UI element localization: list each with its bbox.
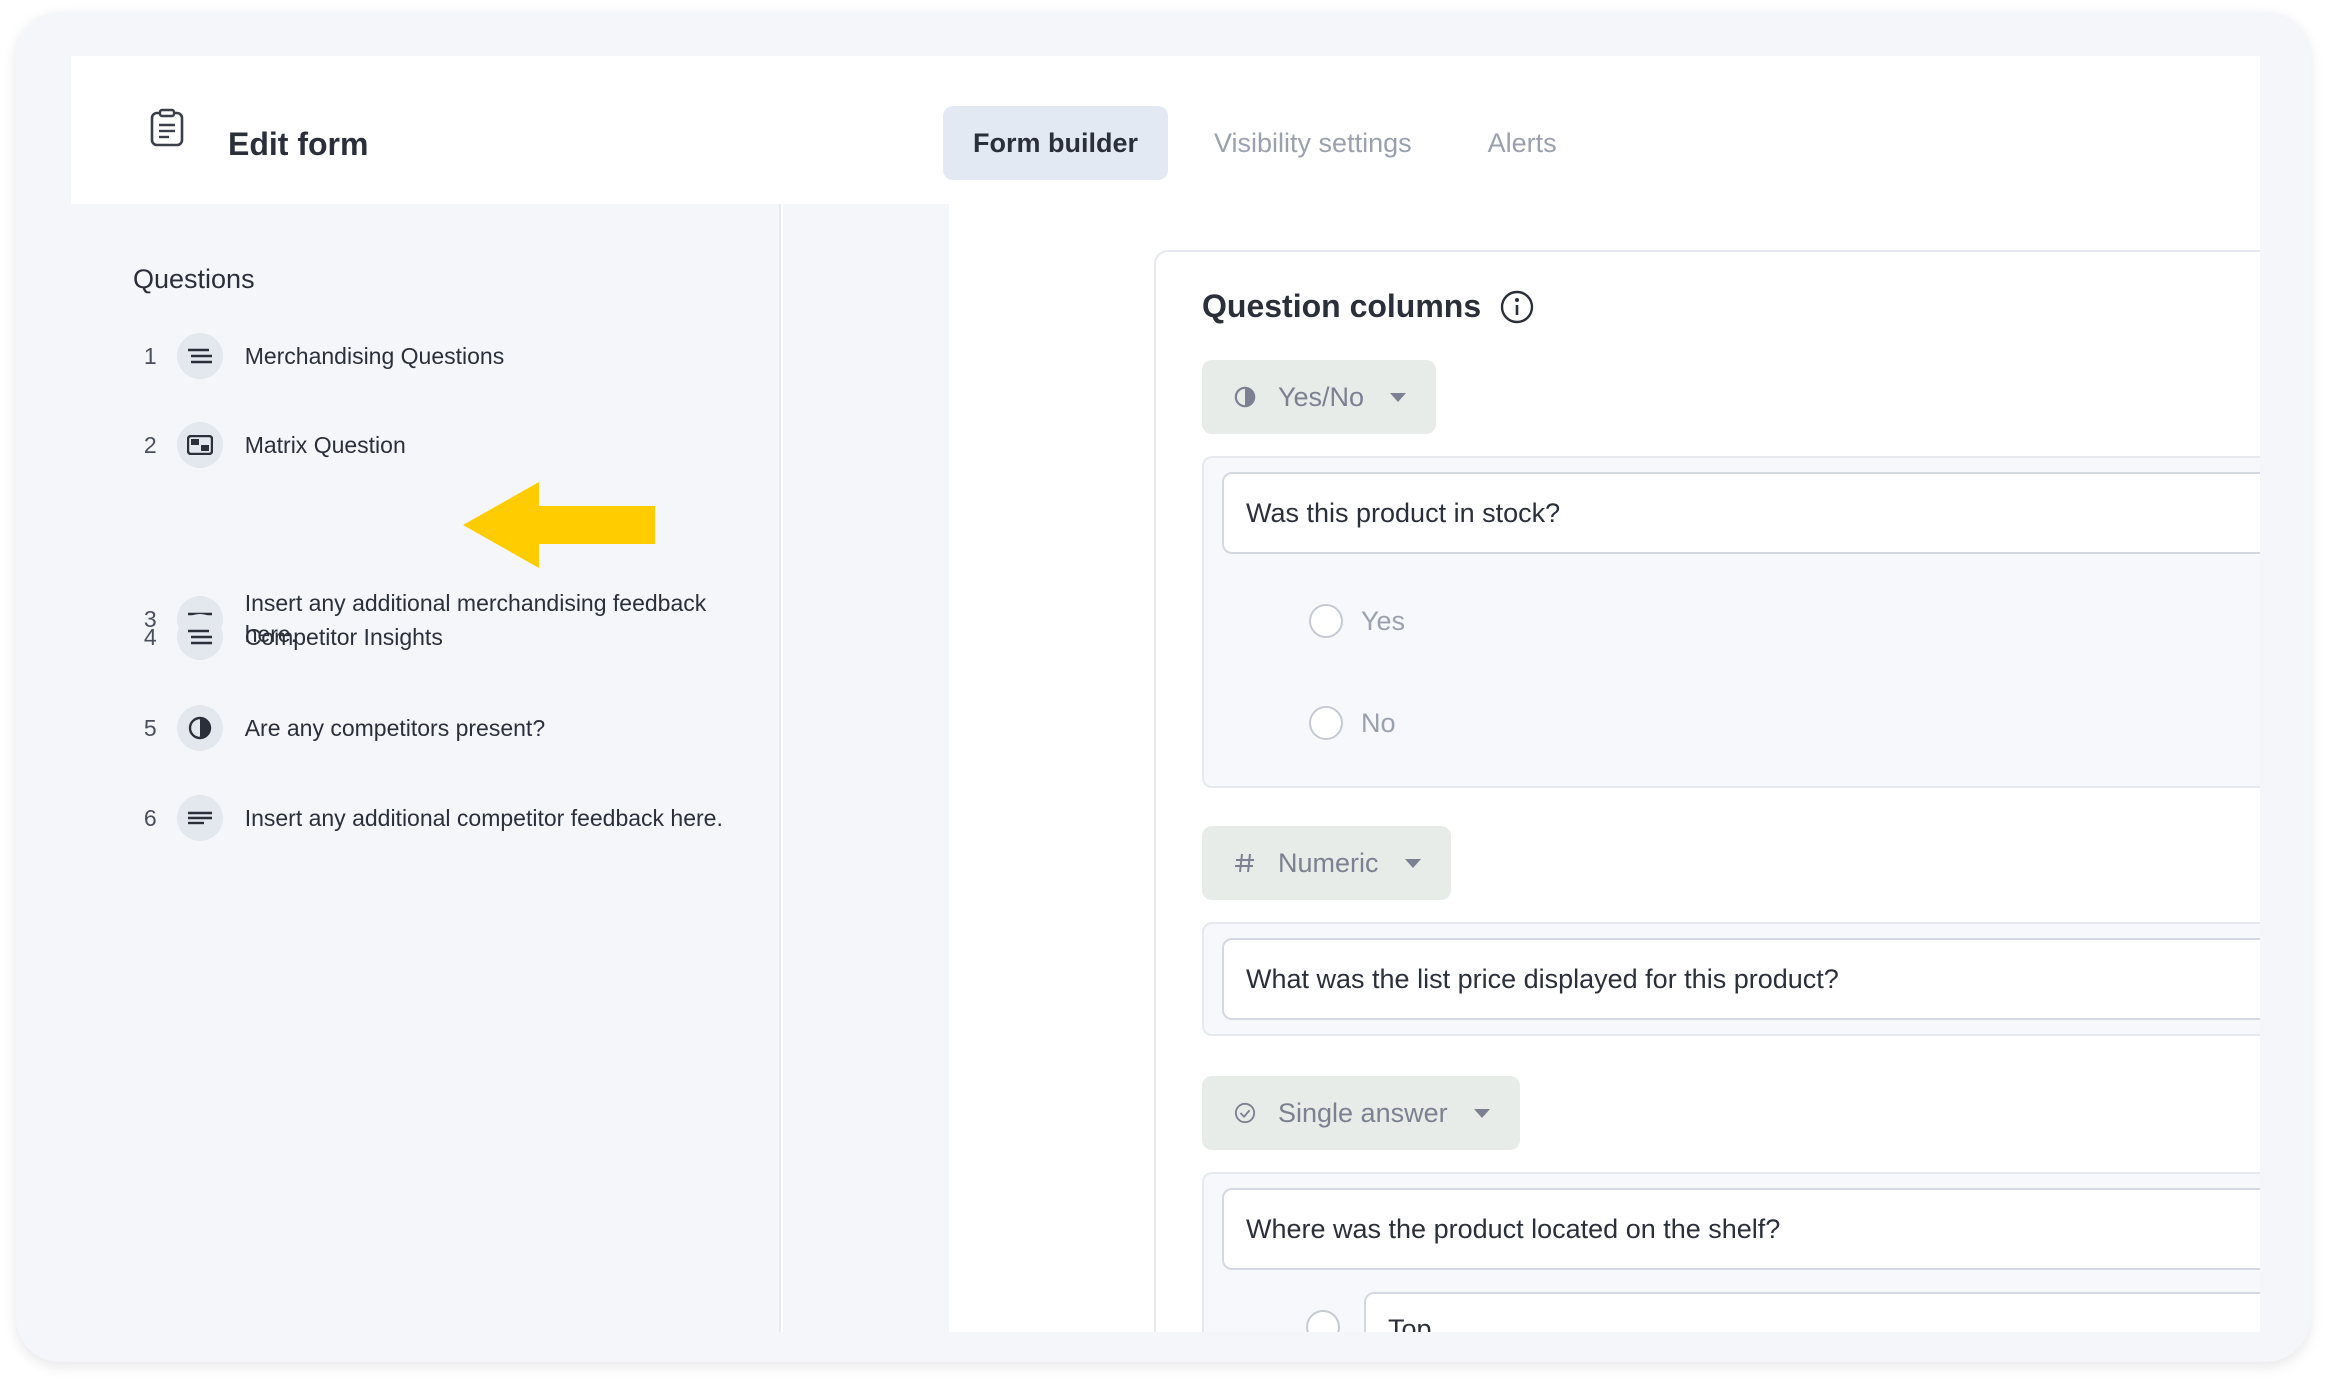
question-label: Are any competitors present?: [244, 714, 546, 741]
card-title-text: Question columns: [1202, 288, 1482, 324]
sidebar-item-matrix-question[interactable]: 2 Matrix Question: [137, 422, 737, 468]
column-question-block: Where was the product located on the she…: [1202, 1172, 2260, 1332]
column-type-dropdown-yes-no[interactable]: Yes/No: [1202, 360, 1437, 434]
app-window: Edit form Form builder Visibility settin…: [71, 56, 2260, 1332]
question-label: Matrix Question: [244, 431, 406, 458]
tab-bar: Form builder Visibility settings Alerts: [943, 106, 1603, 180]
sidebar-item-merchandising-questions[interactable]: 1 Merchandising Questions: [137, 333, 737, 379]
column-type-label: Single answer: [1278, 1097, 1448, 1128]
chevron-down-icon: [1390, 392, 1407, 402]
column-type-label: Yes/No: [1278, 381, 1365, 412]
option-input[interactable]: Top: [1364, 1292, 2260, 1332]
column-type-dropdown-single-answer[interactable]: Single answer: [1202, 1076, 1520, 1150]
sidebar-item-competitor-insights[interactable]: 4 Competitor Insights: [137, 614, 737, 660]
section-lines-icon: [176, 333, 223, 379]
form-icon: [150, 108, 184, 147]
column-type-dropdown-numeric[interactable]: Numeric: [1202, 826, 1451, 900]
hash-icon: [1232, 850, 1258, 876]
chevron-down-icon: [1473, 1108, 1490, 1118]
question-label: Competitor Insights: [244, 623, 443, 650]
sidebar-heading: Questions: [133, 264, 255, 294]
question-label: Insert any additional competitor feedbac…: [244, 804, 723, 831]
card-title: Question columns: [1202, 288, 1535, 325]
question-number: 1: [143, 342, 157, 369]
sidebar-gap: [783, 204, 949, 1332]
question-label: Merchandising Questions: [244, 342, 505, 369]
arrow-left-icon: [463, 482, 655, 568]
radio-button[interactable]: [1309, 604, 1343, 638]
option-no[interactable]: No: [1309, 706, 1396, 740]
half-circle-icon: [176, 705, 223, 751]
text-lines-icon: [176, 795, 223, 841]
question-number: 5: [143, 714, 157, 741]
question-columns-card: Question columns Yes/No Was this product…: [1154, 250, 2260, 1332]
radio-button[interactable]: [1309, 706, 1343, 740]
tab-form-builder[interactable]: Form builder: [943, 106, 1169, 180]
radio-button[interactable]: [1306, 1310, 1340, 1332]
column-type-label: Numeric: [1278, 847, 1379, 878]
question-number: 4: [143, 623, 157, 650]
column-question-block: What was the list price displayed for th…: [1202, 922, 2260, 1036]
question-number: 6: [143, 804, 157, 831]
chevron-down-icon: [1404, 858, 1421, 868]
matrix-icon: [176, 422, 223, 468]
questions-sidebar: Questions 1 Merchandising Questions 2 Ma…: [71, 204, 781, 1332]
screenshot-frame: Edit form Form builder Visibility settin…: [16, 12, 2310, 1362]
column-question-input[interactable]: What was the list price displayed for th…: [1222, 938, 2260, 1020]
option-label: No: [1361, 707, 1396, 738]
header: Edit form Form builder Visibility settin…: [71, 56, 2260, 204]
tab-visibility-settings[interactable]: Visibility settings: [1184, 106, 1442, 180]
section-lines-icon: [176, 614, 223, 660]
half-circle-icon: [1232, 384, 1258, 410]
column-question-input[interactable]: Where was the product located on the she…: [1222, 1188, 2260, 1270]
option-yes[interactable]: Yes: [1309, 604, 1405, 638]
option-label: Yes: [1361, 605, 1406, 636]
column-question-input[interactable]: Was this product in stock?: [1222, 472, 2260, 554]
column-question-block: Was this product in stock? Yes No: [1202, 456, 2260, 788]
form-builder-panel: Question columns Yes/No Was this product…: [949, 204, 2260, 1332]
sidebar-item-competitors-present[interactable]: 5 Are any competitors present?: [137, 705, 737, 751]
option-top[interactable]: [1306, 1310, 1340, 1332]
tab-alerts[interactable]: Alerts: [1458, 106, 1587, 180]
question-number: 2: [143, 431, 157, 458]
check-circle-icon: [1232, 1100, 1258, 1126]
sidebar-item-competitor-feedback[interactable]: 6 Insert any additional competitor feedb…: [137, 795, 737, 841]
page-title: Edit form: [228, 126, 369, 162]
info-icon[interactable]: [1499, 289, 1535, 325]
